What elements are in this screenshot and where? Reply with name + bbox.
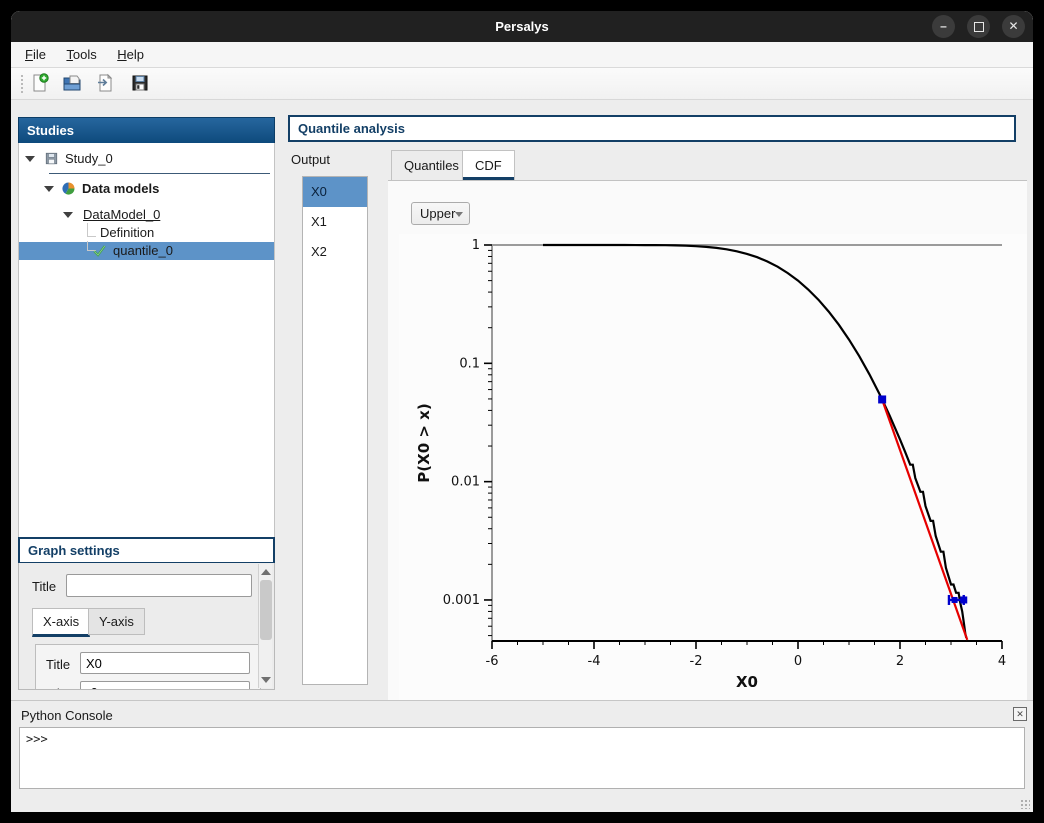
graph-settings-body: Title X-axis Y-axis Title Min — [18, 563, 275, 690]
tree-item-datamodel[interactable]: DataModel_0 — [19, 206, 274, 224]
tab-cdf[interactable]: CDF — [462, 150, 515, 180]
x-min-label: Min — [46, 686, 67, 690]
minimize-button[interactable] — [932, 15, 955, 38]
tree-item-definition[interactable]: Definition — [19, 224, 274, 242]
tree-item-data-models[interactable]: Data models — [19, 180, 274, 198]
menu-file[interactable]: File — [17, 42, 54, 67]
resize-grip[interactable] — [1020, 799, 1030, 809]
python-console-section: Python Console ✕ >>> — [11, 700, 1033, 812]
check-icon — [92, 243, 107, 263]
tree-item-study[interactable]: Study_0 — [19, 150, 274, 168]
tree-branch-line — [87, 223, 96, 237]
x-title-input[interactable] — [80, 652, 250, 674]
output-item-x1[interactable]: X1 — [303, 207, 367, 237]
output-item-x2[interactable]: X2 — [303, 237, 367, 267]
close-button[interactable] — [1002, 15, 1025, 38]
open-folder-icon — [62, 73, 82, 93]
output-list: X0 X1 X2 — [302, 176, 368, 685]
tab-y-axis[interactable]: Y-axis — [88, 608, 145, 635]
tab-x-axis[interactable]: X-axis — [32, 608, 90, 637]
save-floppy-icon — [130, 73, 150, 93]
scroll-up-icon[interactable] — [261, 569, 271, 575]
title-bar: Persalys — [11, 11, 1033, 42]
script-import-icon — [95, 73, 115, 93]
svg-text:-6: -6 — [486, 654, 499, 669]
status-bar — [11, 789, 1033, 812]
studies-panel-header: Studies — [18, 117, 275, 144]
study-floppy-icon — [44, 151, 59, 171]
python-console-title: Python Console — [21, 708, 113, 723]
maximize-button[interactable] — [967, 15, 990, 38]
new-study-button[interactable] — [30, 73, 54, 95]
svg-text:-4: -4 — [588, 654, 601, 669]
studies-tree: Study_0 Data models DataModel_0 Definiti… — [18, 143, 275, 539]
graph-title-input[interactable] — [66, 574, 252, 597]
graph-settings-panel: Graph settings — [18, 537, 275, 564]
console-prompt: >>> — [20, 728, 1024, 750]
python-console[interactable]: >>> — [19, 727, 1025, 789]
collapse-arrow-icon[interactable] — [63, 212, 73, 218]
tab-quantiles[interactable]: Quantiles — [391, 150, 472, 181]
x-min-input[interactable] — [80, 681, 250, 690]
svg-text:P(X0 > x): P(X0 > x) — [415, 403, 433, 482]
svg-text:1: 1 — [472, 238, 480, 253]
menu-bar: File Tools Help — [11, 42, 1033, 68]
import-script-button[interactable] — [95, 73, 119, 95]
analysis-title: Quantile analysis — [288, 115, 1016, 142]
menu-tools[interactable]: Tools — [58, 42, 104, 67]
chevron-down-icon — [455, 212, 463, 217]
cdf-tab-panel: Upper -6 -4 -2 0 2 4 X0 1 0.1 0.01 0.001 P(X0 > x) — [388, 180, 1027, 701]
analysis-header-box: Quantile analysis — [288, 115, 1016, 142]
x-title-label: Title — [46, 657, 70, 672]
graph-title-label: Title — [32, 579, 56, 594]
svg-text:0.01: 0.01 — [451, 475, 480, 490]
tail-selector-dropdown[interactable]: Upper — [411, 202, 470, 225]
svg-text:0: 0 — [794, 654, 802, 669]
collapse-arrow-icon[interactable] — [44, 186, 54, 192]
toolbar-drag-handle[interactable] — [20, 74, 24, 94]
tree-separator — [49, 173, 270, 174]
persalys-window: Persalys File Tools Help — [11, 11, 1033, 812]
open-study-button[interactable] — [62, 73, 86, 95]
collapse-arrow-icon[interactable] — [25, 156, 35, 162]
svg-text:X0: X0 — [736, 673, 758, 691]
window-title: Persalys — [11, 11, 1033, 42]
console-close-icon[interactable]: ✕ — [1013, 707, 1027, 721]
menu-help[interactable]: Help — [109, 42, 152, 67]
svg-text:2: 2 — [896, 654, 904, 669]
svg-text:-2: -2 — [690, 654, 703, 669]
graph-settings-scrollbar[interactable] — [258, 564, 272, 688]
svg-text:0.001: 0.001 — [443, 593, 480, 608]
cdf-plot[interactable]: -6 -4 -2 0 2 4 X0 1 0.1 0.01 0.001 P(X0 > x) — [399, 234, 1027, 702]
new-document-icon — [30, 73, 50, 93]
svg-text:4: 4 — [998, 654, 1006, 669]
svg-text:0.1: 0.1 — [459, 356, 480, 371]
graph-settings-header: Graph settings — [18, 537, 275, 564]
output-item-x0[interactable]: X0 — [303, 177, 367, 207]
x-axis-groupbox: Title Min — [35, 644, 261, 690]
studies-panel: Studies — [18, 117, 275, 144]
data-models-icon — [61, 181, 76, 201]
scrollbar-thumb[interactable] — [260, 580, 272, 640]
tool-bar — [11, 68, 1033, 100]
scroll-down-icon[interactable] — [261, 677, 271, 683]
output-label: Output — [291, 152, 330, 167]
tree-item-quantile[interactable]: quantile_0 — [19, 242, 274, 260]
save-button[interactable] — [130, 73, 154, 95]
